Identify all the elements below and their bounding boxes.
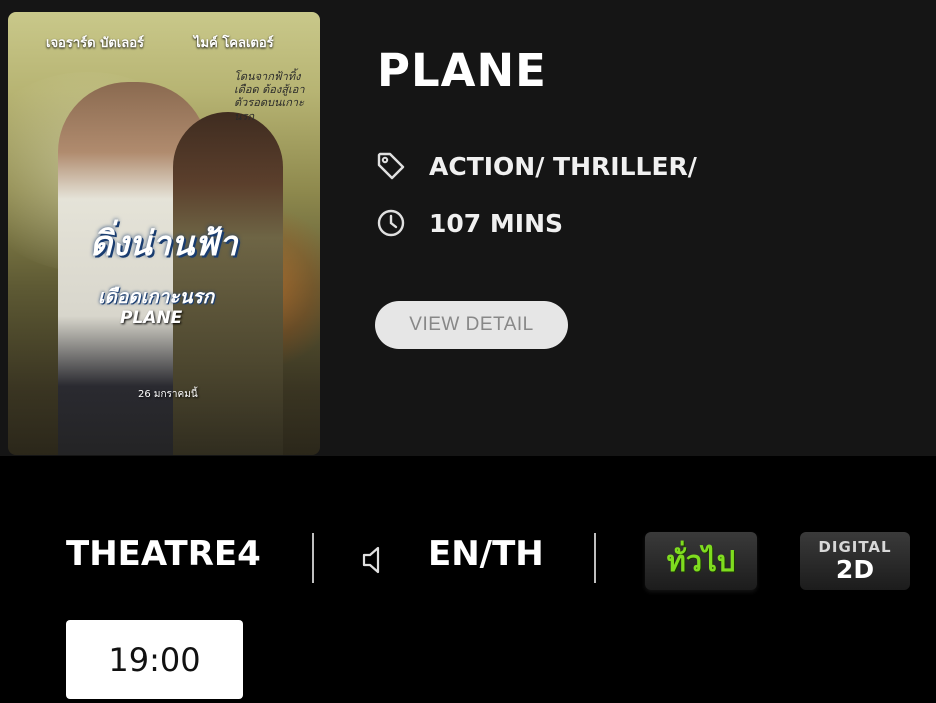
duration-row: 107 MINS [375, 207, 563, 239]
view-detail-button[interactable]: VIEW DETAIL [375, 301, 568, 349]
poster-title-thai: ดิ่งน่านฟ้า [90, 224, 238, 264]
movie-title: PLANE [377, 44, 547, 97]
format-bottom-label: 2D [835, 555, 875, 584]
rating-label: ทั่วไป [666, 544, 736, 578]
divider [312, 533, 314, 583]
format-badge: DIGITAL 2D [800, 532, 910, 590]
speaker-icon [360, 544, 390, 576]
genre-text: ACTION/ THRILLER/ [429, 151, 697, 181]
divider [594, 533, 596, 583]
tag-icon [375, 150, 407, 182]
format-top-label: DIGITAL [818, 538, 892, 556]
movie-poster[interactable]: เจอราร์ด บัตเลอร์ ไมค์ โคลเตอร์ โดนจากฟ้… [8, 12, 320, 455]
movie-card: เจอราร์ด บัตเลอร์ ไมค์ โคลเตอร์ โดนจากฟ้… [0, 0, 936, 456]
poster-title-english: PLANE [120, 308, 183, 328]
duration-text: 107 MINS [429, 208, 563, 238]
movie-showtime-page: เจอราร์ด บัตเลอร์ ไมค์ โคลเตอร์ โดนจากฟ้… [0, 0, 936, 703]
genre-row: ACTION/ THRILLER/ [375, 150, 697, 182]
poster-release-date: 26 มกราคมนี้ [138, 389, 198, 400]
theatre-label: THEATRE4 [66, 534, 261, 574]
clock-icon [375, 207, 407, 239]
showtime-button[interactable]: 19:00 [66, 620, 243, 699]
poster-tagline: โดนจากฟ้าทิ้งเดือด ต้องสู้เอาตัวรอดบนเกา… [234, 70, 305, 123]
language-label: EN/TH [428, 534, 544, 574]
poster-actor-2: ไมค์ โคลเตอร์ [194, 36, 274, 51]
rating-badge: ทั่วไป [645, 532, 757, 590]
poster-actor-1: เจอราร์ด บัตเลอร์ [46, 36, 144, 51]
